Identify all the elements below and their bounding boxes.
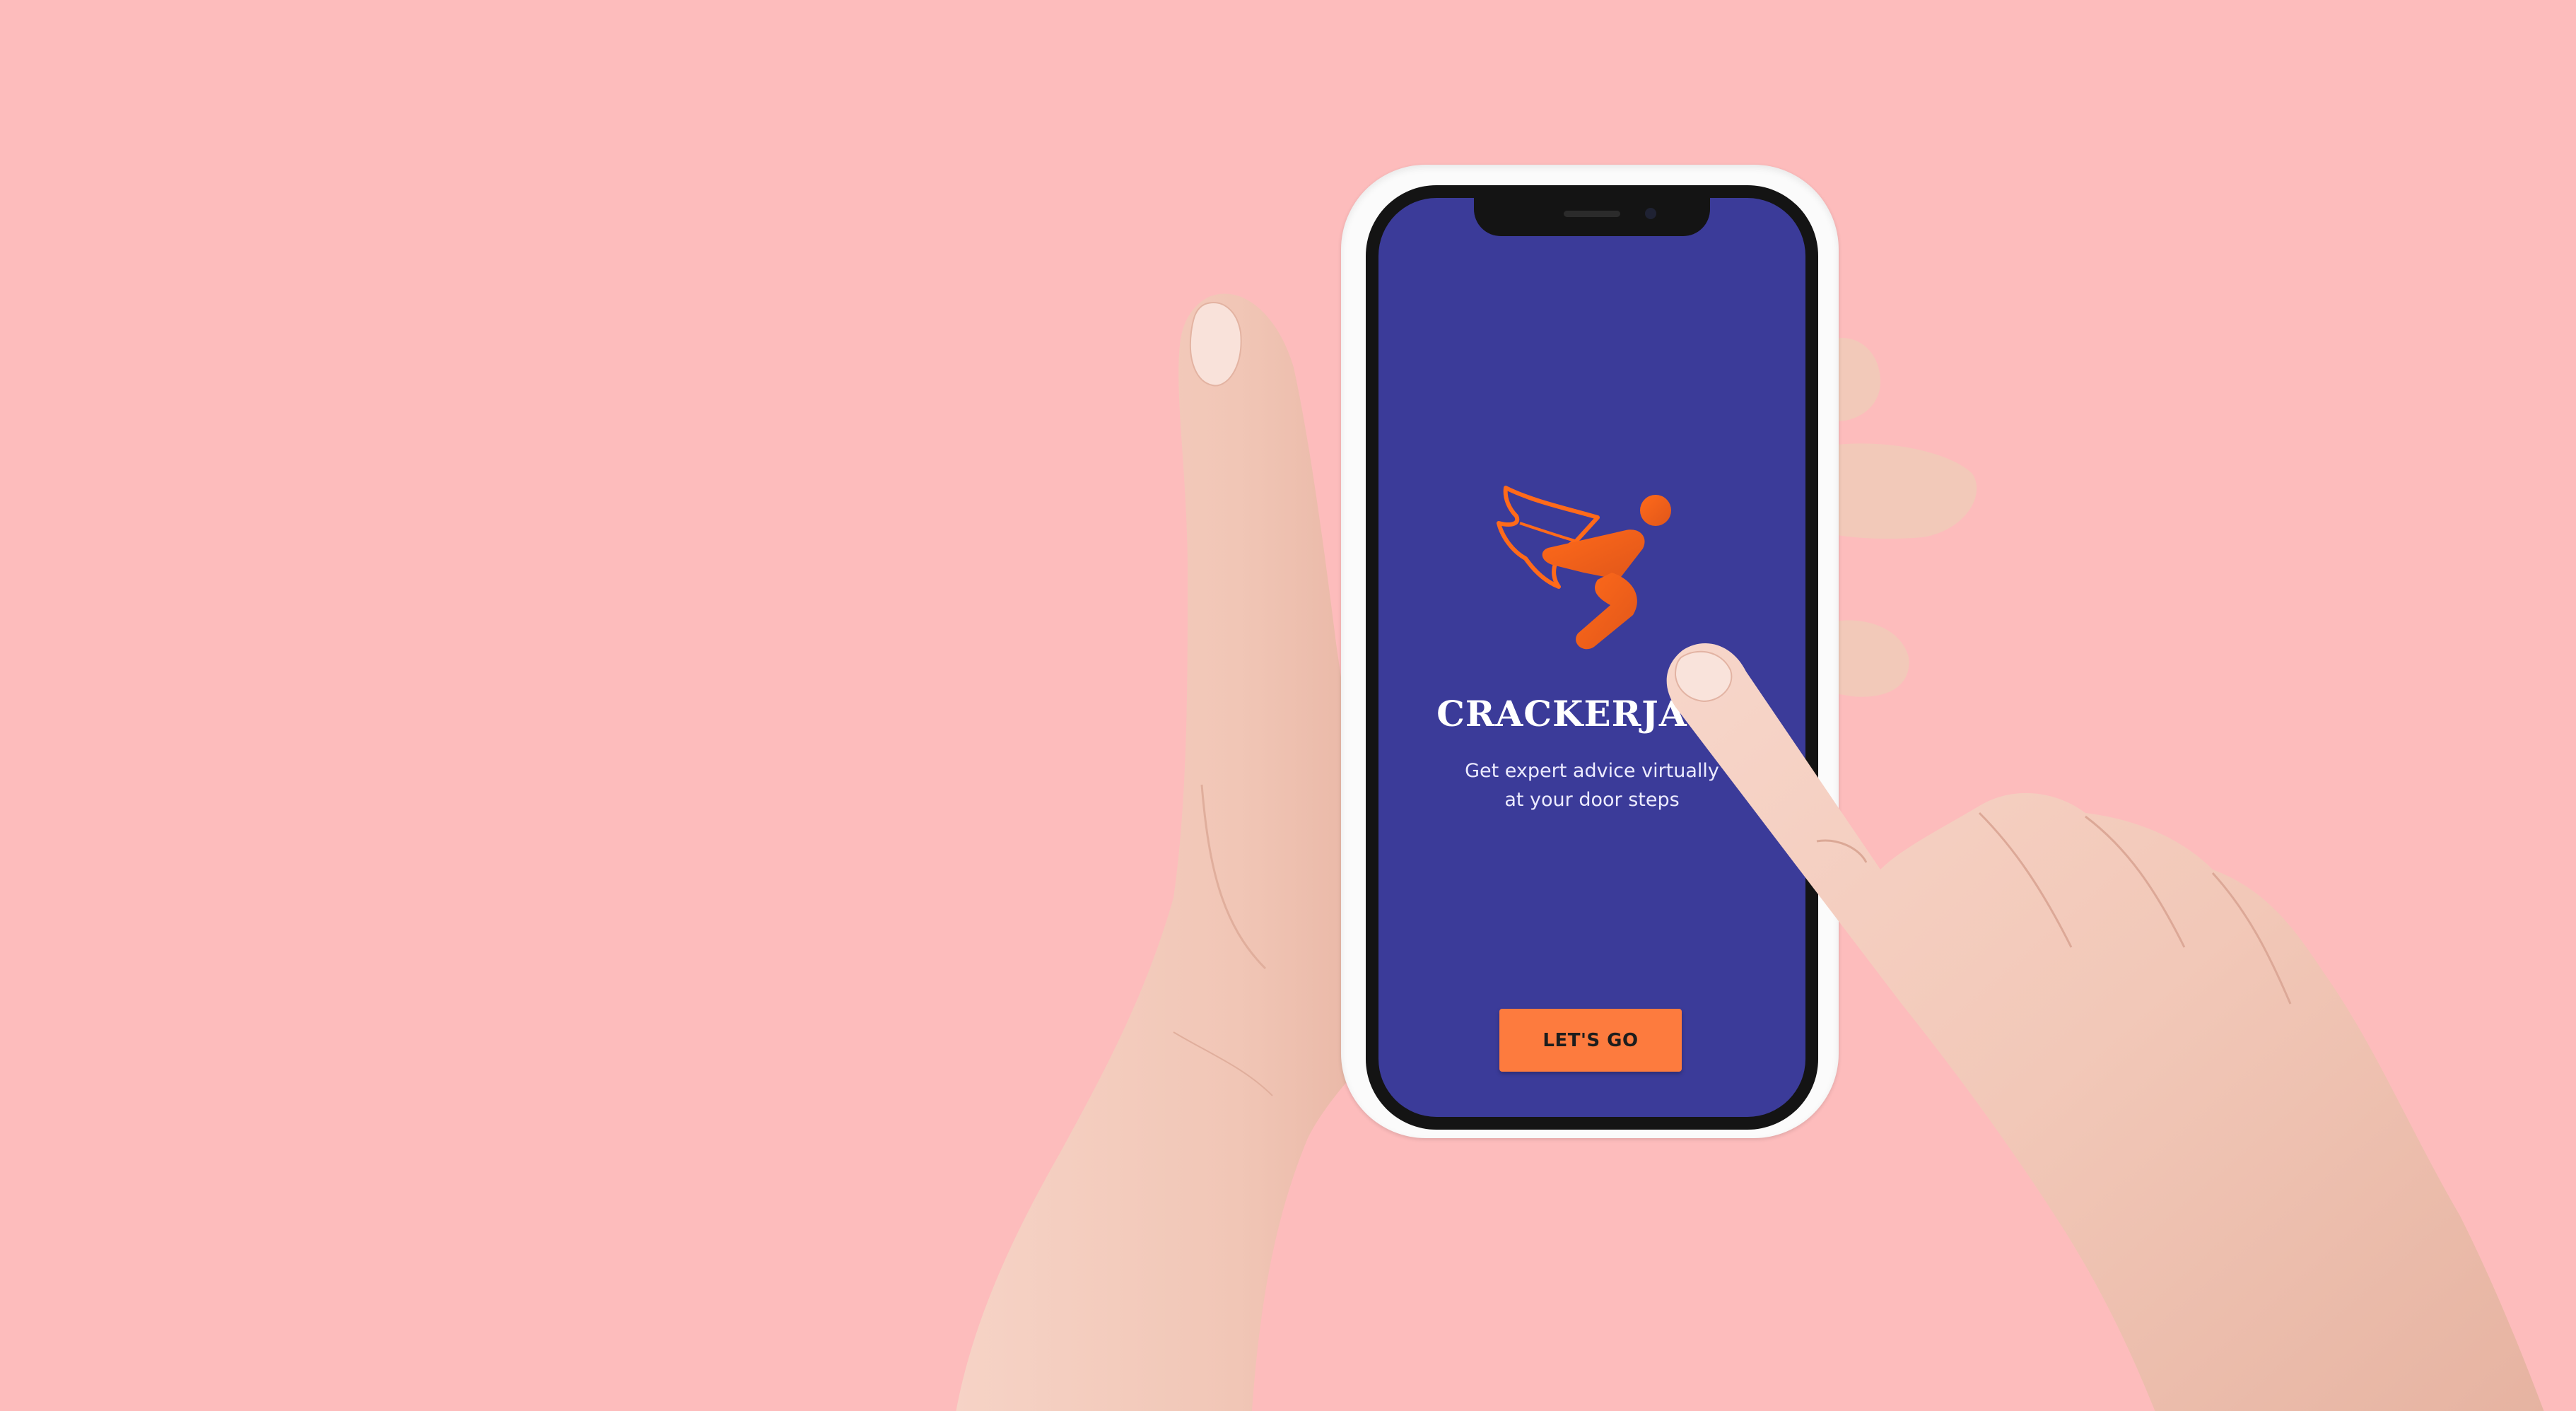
- product-mockup-scene: CRACKERJACK Get expert advice virtually …: [0, 0, 2576, 1411]
- phone-notch: [1474, 198, 1710, 236]
- front-camera-icon: [1645, 208, 1656, 219]
- flying-superhero-logo-icon: [1497, 486, 1671, 650]
- right-hand-pointing: [1666, 643, 2544, 1411]
- earpiece-speaker: [1564, 211, 1620, 217]
